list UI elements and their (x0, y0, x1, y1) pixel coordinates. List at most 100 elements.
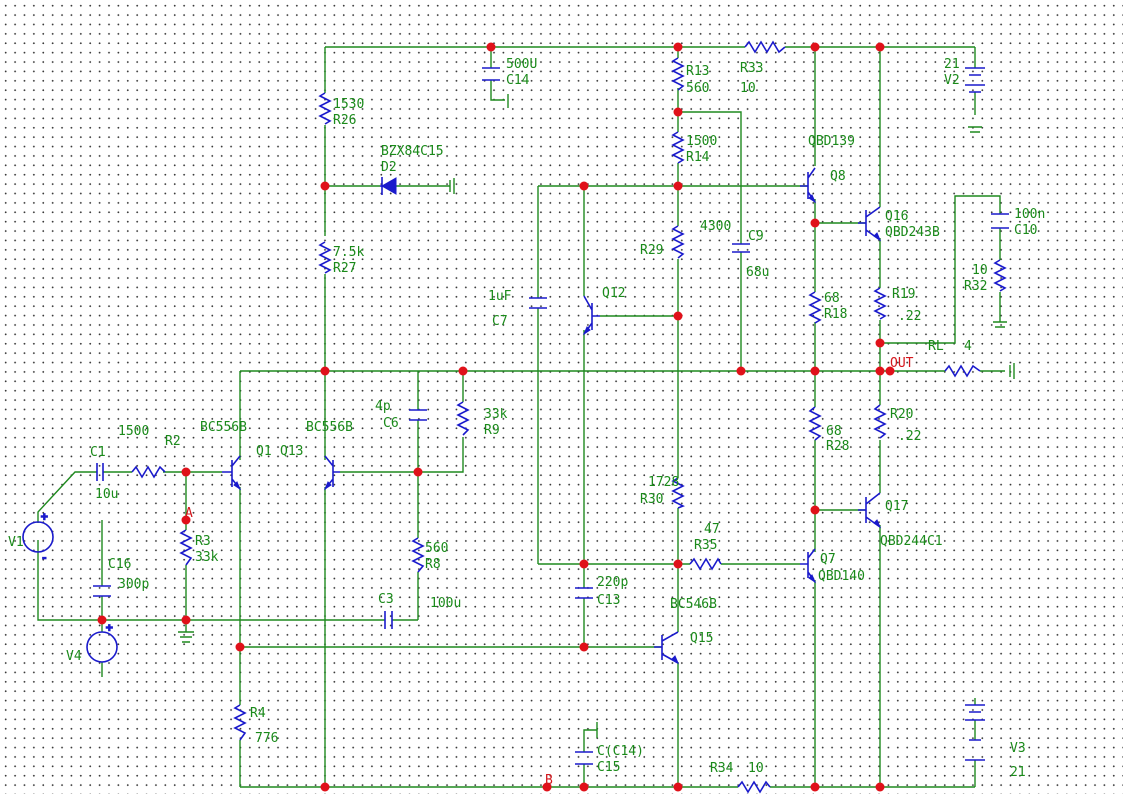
c1-name: C1 (90, 445, 106, 460)
q13-part: BC556B (306, 420, 353, 435)
q12-name: Q12 (602, 286, 625, 301)
r34-symbol[interactable] (737, 780, 771, 794)
r3-symbol[interactable] (179, 529, 193, 566)
c16-value: 300p (118, 577, 149, 592)
c9-symbol[interactable] (732, 243, 750, 253)
c6-value: 4p (375, 399, 391, 414)
q8-name: Q8 (830, 169, 846, 184)
r27-symbol[interactable] (318, 241, 332, 274)
c9-name: C9 (748, 229, 764, 244)
q7-symbol[interactable] (800, 548, 817, 584)
r34-value: 10 (748, 761, 764, 776)
c14-name: C14 (506, 73, 530, 88)
c7-symbol[interactable] (529, 297, 547, 309)
c7-value: 1uF (488, 289, 512, 304)
junction-dot (413, 467, 423, 477)
r35-value: 47 (704, 522, 720, 537)
junction-dot (673, 107, 683, 117)
c9-value: 68u (746, 265, 769, 280)
q8-symbol[interactable] (800, 167, 817, 204)
c7-name: C7 (492, 314, 508, 329)
c1-symbol[interactable] (96, 463, 104, 481)
c16-symbol[interactable] (93, 585, 111, 597)
r8-value: 560 (425, 541, 448, 556)
q1-name: Q1 (256, 444, 272, 459)
c3-value: 100u (430, 596, 461, 611)
r14-value: 1500 (686, 134, 717, 149)
r19-symbol[interactable] (873, 287, 887, 320)
q12-symbol[interactable] (582, 295, 600, 336)
q1-symbol[interactable] (222, 455, 242, 491)
q15-name: Q15 (690, 631, 713, 646)
c13-symbol[interactable] (575, 587, 593, 599)
node-a-label: A (185, 506, 193, 521)
c15-alias: C(C14) (597, 744, 644, 759)
v2-name: V2 (944, 73, 960, 88)
wires (37, 46, 1015, 788)
r26-symbol[interactable] (318, 92, 332, 125)
r9-symbol[interactable] (456, 401, 470, 436)
junction-dot (810, 42, 820, 52)
r35-symbol[interactable] (689, 557, 722, 571)
rl-value: 4 (964, 339, 972, 354)
r4-symbol[interactable] (233, 704, 247, 741)
r9-name: R9 (484, 423, 500, 438)
q17-symbol[interactable] (858, 492, 882, 529)
c3-symbol[interactable] (384, 611, 393, 629)
c6-symbol[interactable] (409, 409, 427, 421)
junction-dot (673, 559, 683, 569)
d2-name: D2 (381, 160, 397, 175)
r14-symbol[interactable] (671, 131, 685, 164)
junction-dot (181, 615, 191, 625)
svg-text:-: - (41, 551, 48, 564)
c15-name: C15 (597, 760, 620, 775)
c3-name: C3 (378, 592, 394, 607)
r2-symbol[interactable] (131, 465, 166, 479)
junction-dot (810, 366, 820, 376)
q15-symbol[interactable] (654, 631, 680, 665)
junction-dot (736, 366, 746, 376)
r9-value: 33k (484, 407, 508, 422)
junction-dot (673, 782, 683, 792)
c16-name: C16 (108, 557, 131, 572)
v2-symbol[interactable] (965, 67, 985, 93)
r8-symbol[interactable] (411, 537, 425, 573)
r32-symbol[interactable] (993, 259, 1007, 292)
r28-symbol[interactable] (808, 406, 822, 441)
v4-name: V4 (66, 649, 82, 664)
q13-name: Q13 (280, 444, 303, 459)
r18-value: 68 (824, 291, 840, 306)
c14-symbol[interactable] (482, 67, 500, 81)
c14-value: 500U (506, 57, 537, 72)
junction-dot (810, 218, 820, 228)
junction-dot (673, 42, 683, 52)
q13-symbol[interactable] (323, 455, 340, 491)
r3-name: R3 (195, 534, 211, 549)
c15-symbol[interactable] (575, 751, 593, 765)
junction-dot (320, 181, 330, 191)
d2-symbol[interactable] (380, 177, 397, 195)
c10-value: 100n (1014, 207, 1045, 222)
r33-value: 10 (740, 81, 756, 96)
r20-symbol[interactable] (873, 404, 887, 439)
v1-name: V1 (8, 535, 24, 550)
d2-part: BZX84C15 (381, 144, 444, 159)
junction-dot (810, 782, 820, 792)
r29-symbol[interactable] (671, 225, 685, 259)
junction-dot (673, 311, 683, 321)
r20-name: R20 (890, 407, 913, 422)
c10-symbol[interactable] (991, 213, 1009, 229)
r13-name: R13 (686, 64, 709, 79)
r18-symbol[interactable] (808, 291, 822, 324)
r2-name: R2 (165, 434, 181, 449)
r33-symbol[interactable] (744, 40, 786, 54)
junction-dot (579, 181, 589, 191)
junction-dot (875, 42, 885, 52)
r33-name: R33 (740, 61, 763, 76)
r28-value: 68 (826, 424, 842, 439)
q16-symbol[interactable] (858, 206, 882, 242)
labels: 500U C14 R13 560 R33 10 21 V2 1530 R26 B… (8, 57, 1045, 788)
rl-symbol[interactable] (944, 364, 981, 378)
junction-dot (97, 615, 107, 625)
r13-symbol[interactable] (671, 57, 685, 91)
